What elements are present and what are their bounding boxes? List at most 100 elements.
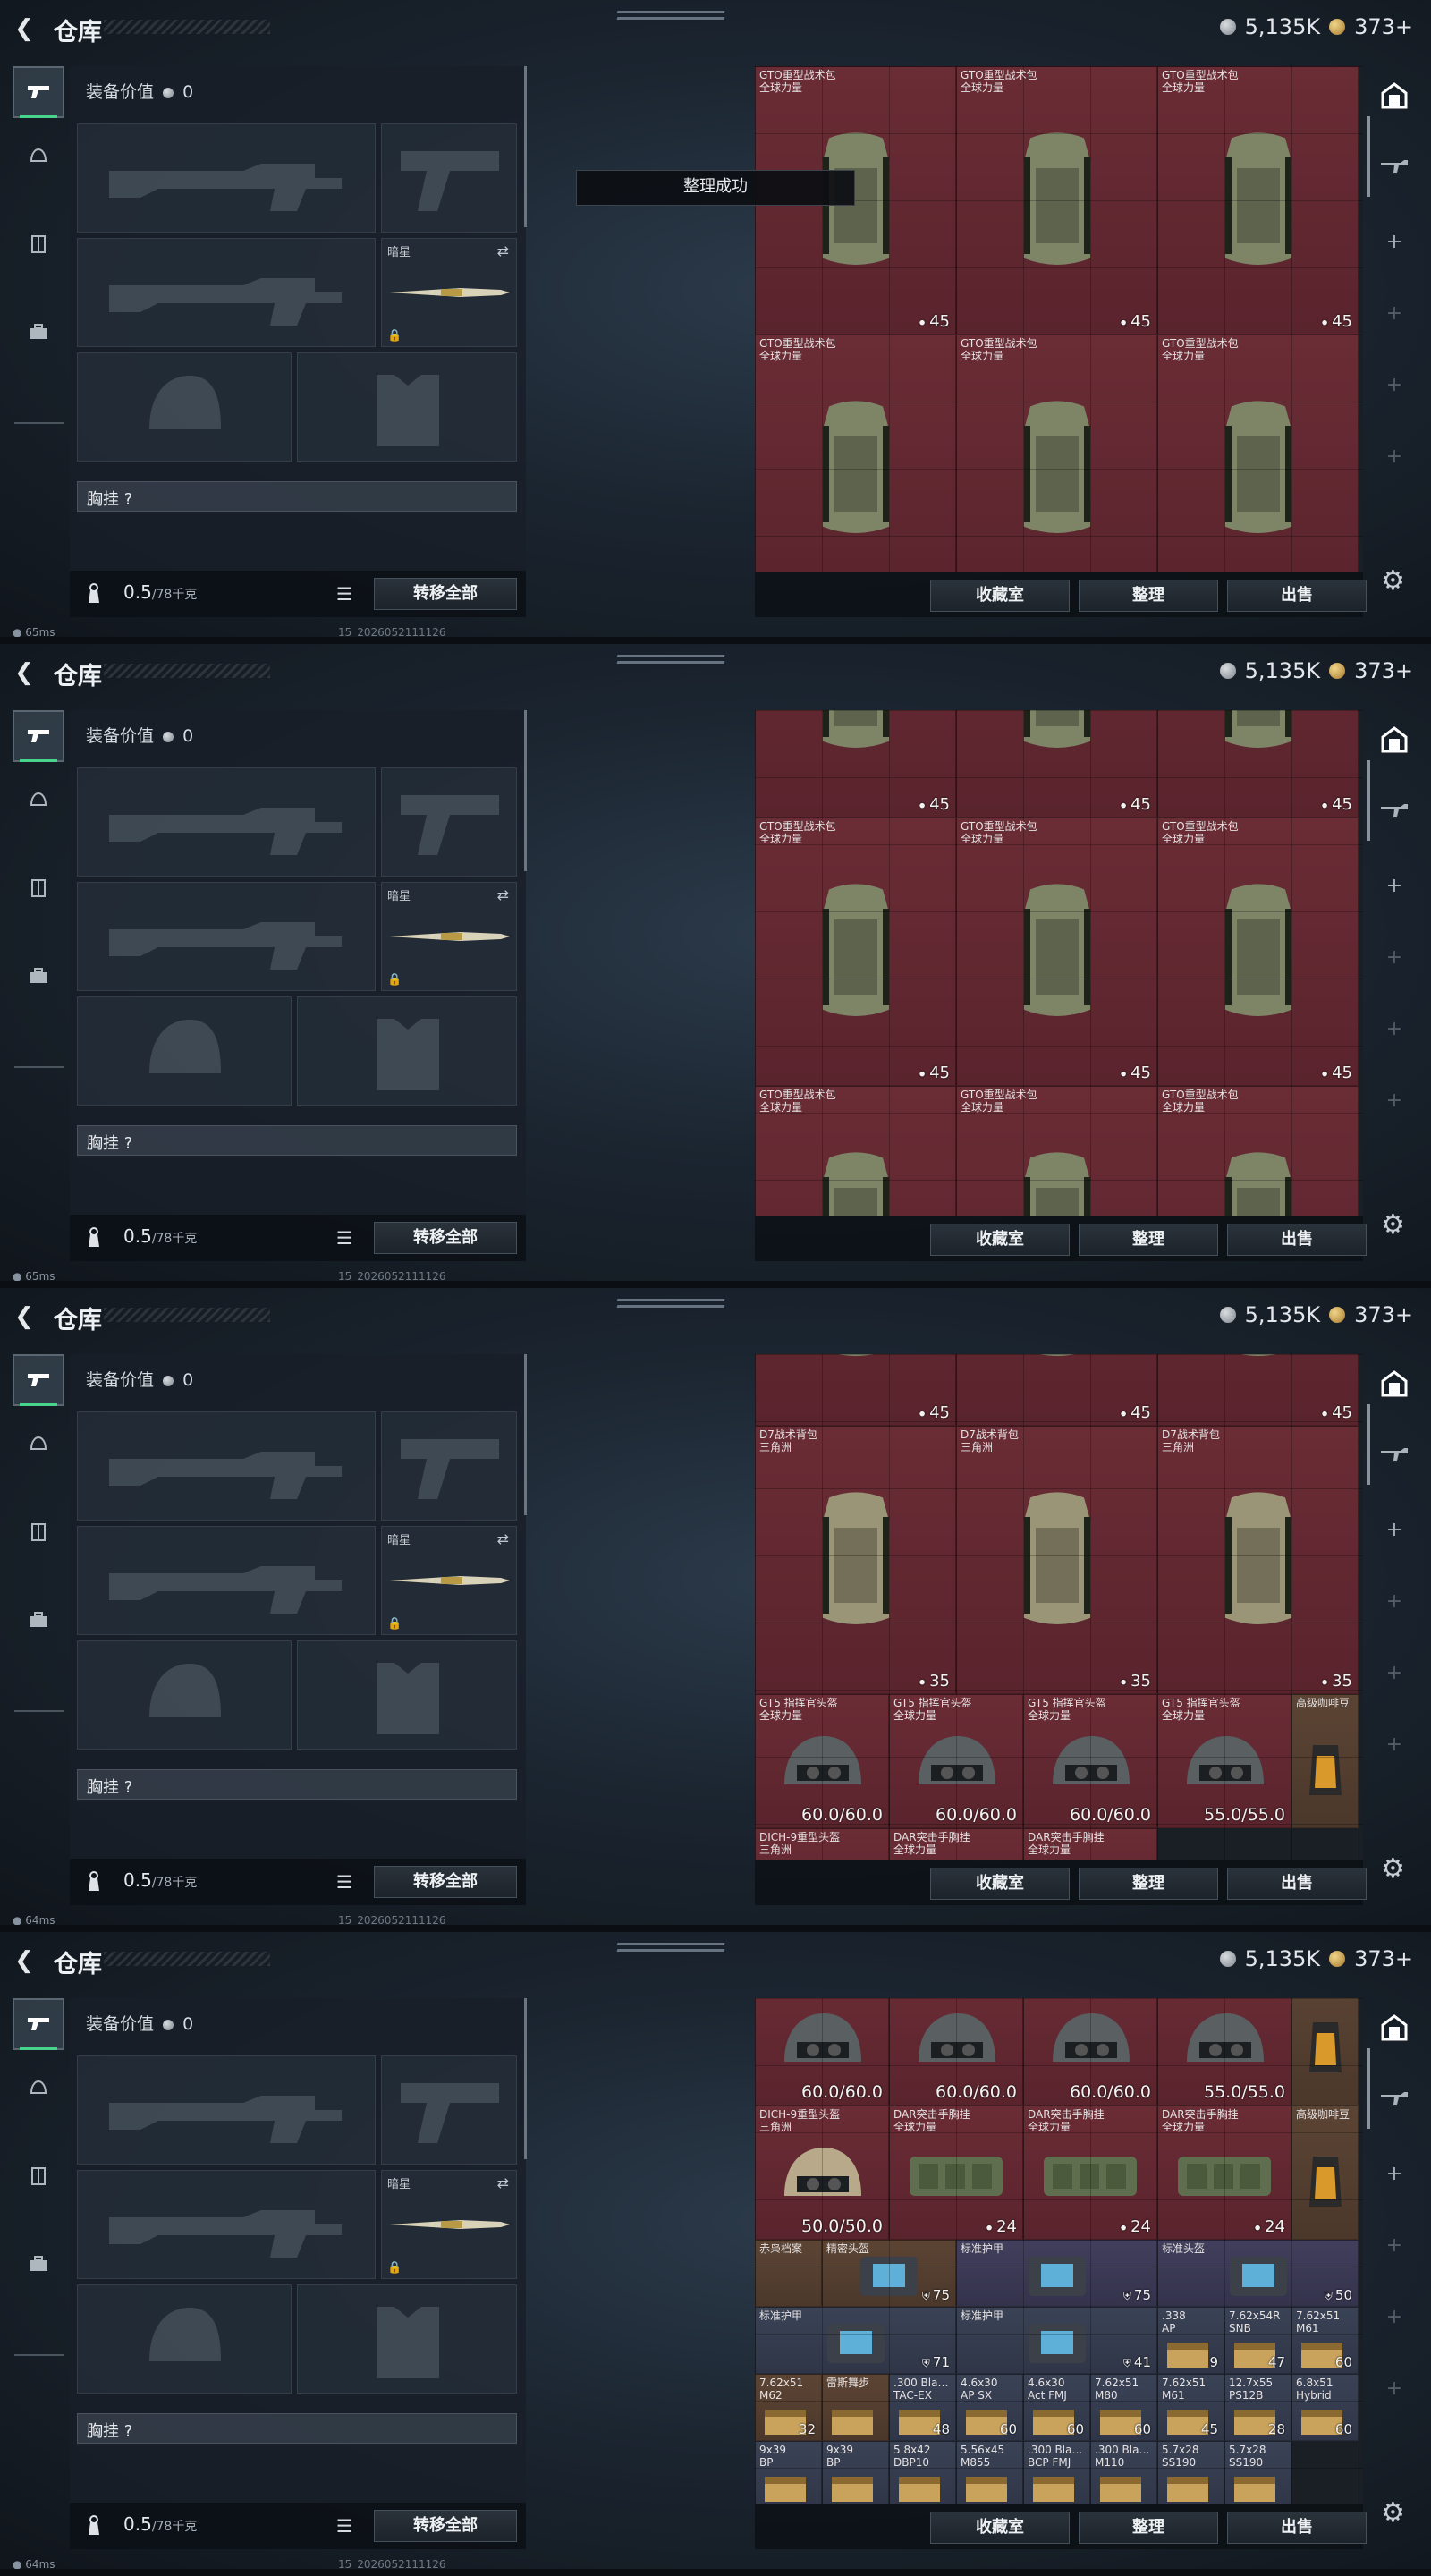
stash-item-d7-backpack[interactable]: D7战术背包 三角洲 ⚫ 35 — [1157, 1426, 1359, 1694]
tab-backpack[interactable] — [13, 950, 64, 1002]
add-stash-tab-1[interactable]: + — [1372, 231, 1417, 253]
secondary-weapon-slot[interactable] — [381, 123, 517, 233]
tab-backpack[interactable] — [13, 2238, 64, 2290]
secondary-rifle-slot[interactable] — [77, 238, 376, 347]
list-icon[interactable]: ☰ — [336, 1871, 352, 1893]
stash-item-gto-backpack[interactable]: GTO重型战术包 全球力量⚫45 — [956, 818, 1157, 1086]
gear-icon[interactable]: ⚙ — [1381, 1209, 1405, 1241]
transfer-all-button[interactable]: 转移全部 — [374, 578, 517, 610]
stash-item-coffee[interactable] — [1291, 1998, 1359, 2106]
sell-button[interactable]: 出售 — [1227, 2512, 1367, 2544]
stash-item-dar-rig[interactable]: DAR突击手胸挂 全球力量 ⚫ 24 — [889, 2106, 1023, 2240]
sort-button[interactable]: 整理 — [1079, 1224, 1218, 1256]
stash-item-ammo[interactable]: 7.62x51 M61 60 — [1291, 2307, 1359, 2374]
stash-item-gto-backpack[interactable]: GTO重型战术包 全球力量⚫45 — [1157, 818, 1359, 1086]
stash-item-dar-rig[interactable]: DAR突击手胸挂 全球力量 ⚫ 24 — [1023, 2106, 1157, 2240]
stash-item-dar-rig[interactable]: DAR突击手胸挂 全球力量 — [1023, 1828, 1157, 1860]
stash-item-gt5-helmet[interactable]: GT5 指挥官头盔 全球力量 60.0/60.0 — [889, 1694, 1023, 1828]
add-stash-tab-3[interactable]: + — [1372, 2306, 1417, 2328]
tab-weapons[interactable] — [13, 1354, 64, 1406]
stash-item-gto-backpack[interactable]: GTO重型战术包 全球力量⚫45 — [1157, 1086, 1359, 1216]
body-armor-slot[interactable] — [297, 352, 517, 462]
gold-amount[interactable]: 373+ — [1354, 1946, 1413, 1971]
stash-item-ammo[interactable]: 5.7x28 SS190 — [1157, 2441, 1224, 2504]
stash-item-gto-backpack[interactable]: GTO重型战术包 全球力量⚫45 — [956, 1354, 1157, 1426]
secondary-rifle-slot[interactable] — [77, 882, 376, 991]
secondary-rifle-slot[interactable] — [77, 2170, 376, 2279]
transfer-all-button[interactable]: 转移全部 — [374, 1866, 517, 1898]
stash-item-dar-rig[interactable]: DAR突击手胸挂 全球力量 ⚫ 24 — [1157, 2106, 1291, 2240]
gold-amount[interactable]: 373+ — [1354, 1302, 1413, 1327]
stash-item-standard-helmet[interactable]: 标准头盔 ⛨ 50 — [1157, 2240, 1359, 2307]
add-stash-tab-2[interactable]: + — [1372, 2234, 1417, 2257]
stash-item-d7-backpack[interactable]: D7战术背包 三角洲 ⚫ 35 — [956, 1426, 1157, 1694]
stash-item-ammo[interactable]: 4.6x30 AP SX 60 — [956, 2374, 1023, 2441]
sell-button[interactable]: 出售 — [1227, 1224, 1367, 1256]
secondary-weapon-slot[interactable] — [381, 767, 517, 877]
sort-button[interactable]: 整理 — [1079, 1868, 1218, 1900]
sort-button[interactable]: 整理 — [1079, 580, 1218, 612]
collection-room-button[interactable]: 收藏室 — [930, 2512, 1070, 2544]
back-arrow-icon[interactable]: ❮ — [14, 1304, 39, 1329]
stash-item-ammo[interactable]: 6.8x51 Hybrid 60 — [1291, 2374, 1359, 2441]
melee-slot[interactable]: 暗星 ⇄ 🔒 — [381, 1526, 517, 1635]
gold-amount[interactable]: 373+ — [1354, 658, 1413, 683]
tab-stash-all[interactable] — [1372, 724, 1417, 760]
add-stash-tab-3[interactable]: + — [1372, 1018, 1417, 1040]
tab-stash-weapons[interactable] — [1372, 2089, 1417, 2113]
stash-item-standard-armor[interactable]: 标准护甲 ⛨ 41 — [956, 2307, 1157, 2374]
stash-item-gto-backpack[interactable]: GTO重型战术包 全球力量⚫45 — [755, 710, 956, 818]
stash-item-gto-backpack[interactable]: GTO重型战术包 全球力量⚫45 — [1157, 66, 1359, 335]
stash-item-files[interactable]: 赤枭档案 — [755, 2240, 822, 2307]
tab-stash-all[interactable] — [1372, 1368, 1417, 1404]
body-armor-slot[interactable] — [297, 1640, 517, 1750]
tab-stash-weapons[interactable] — [1372, 801, 1417, 825]
stash-item-gt5-helmet[interactable]: GT5 指挥官头盔 全球力量 60.0/60.0 — [755, 1998, 889, 2106]
add-stash-tab-3[interactable]: + — [1372, 374, 1417, 396]
melee-slot[interactable]: 暗星 ⇄ 🔒 — [381, 2170, 517, 2279]
stash-scrollbar[interactable] — [1367, 760, 1370, 841]
tab-armor[interactable] — [13, 862, 64, 914]
equipment-scrollbar[interactable] — [524, 66, 527, 227]
gear-icon[interactable]: ⚙ — [1381, 1853, 1405, 1885]
back-arrow-icon[interactable]: ❮ — [14, 660, 39, 685]
transfer-all-button[interactable]: 转移全部 — [374, 1222, 517, 1254]
equipment-scrollbar[interactable] — [524, 1998, 527, 2159]
body-armor-slot[interactable] — [297, 2284, 517, 2394]
add-stash-tab-4[interactable]: + — [1372, 445, 1417, 468]
add-stash-tab-2[interactable]: + — [1372, 946, 1417, 969]
tab-backpack[interactable] — [13, 306, 64, 358]
tab-weapons[interactable] — [13, 66, 64, 118]
stash-item-gto-backpack[interactable]: GTO重型战术包 全球力量⚫45 — [1157, 710, 1359, 818]
stash-item-gto-backpack[interactable]: GTO重型战术包 全球力量⚫45 — [956, 1086, 1157, 1216]
stash-item-ammo[interactable]: 7.62x51 M80 60 — [1090, 2374, 1157, 2441]
list-icon[interactable]: ☰ — [336, 1227, 352, 1249]
tab-armor[interactable] — [13, 1506, 64, 1558]
stash-scrollbar[interactable] — [1367, 2048, 1370, 2129]
secondary-weapon-slot[interactable] — [381, 2055, 517, 2165]
helmet-slot[interactable] — [77, 352, 292, 462]
transfer-all-button[interactable]: 转移全部 — [374, 2510, 517, 2542]
tab-helmet[interactable] — [13, 775, 64, 826]
chest-rig-slot[interactable]: 胸挂 ? — [77, 1125, 517, 1156]
stash-item-ammo[interactable]: .300 Bla… TAC-EX 48 — [889, 2374, 956, 2441]
add-stash-tab-2[interactable]: + — [1372, 302, 1417, 325]
stash-scrollbar[interactable] — [1367, 1404, 1370, 1485]
sell-button[interactable]: 出售 — [1227, 1868, 1367, 1900]
stash-item-gto-backpack[interactable]: GTO重型战术包 全球力量⚫45 — [1157, 335, 1359, 572]
tab-stash-weapons[interactable] — [1372, 157, 1417, 181]
stash-item-gto-backpack[interactable]: GTO重型战术包 全球力量⚫45 — [755, 335, 956, 572]
stash-item-ammo[interactable]: 9x39 BP — [755, 2441, 822, 2504]
stash-item-ammo[interactable]: 9x39 BP — [822, 2441, 889, 2504]
stash-item-gto-backpack[interactable]: GTO重型战术包 全球力量⚫45 — [755, 1354, 956, 1426]
stash-item-dich9-helmet[interactable]: DICH-9重型头盔 三角洲 50.0/50.0 — [755, 2106, 889, 2240]
tab-stash-all[interactable] — [1372, 2012, 1417, 2048]
helmet-slot[interactable] — [77, 996, 292, 1106]
stash-item-ammo[interactable]: 5.8x42 DBP10 — [889, 2441, 956, 2504]
primary-weapon-slot[interactable] — [77, 123, 376, 233]
stash-item-ammo[interactable]: .338 AP 9 — [1157, 2307, 1224, 2374]
stash-item-ammo[interactable]: 7.62x54R SNB 47 — [1224, 2307, 1291, 2374]
stash-item-ammo[interactable]: .300 Bla… M110 — [1090, 2441, 1157, 2504]
stash-item-ammo[interactable]: 4.6x30 Act FMJ 60 — [1023, 2374, 1090, 2441]
chest-rig-slot[interactable]: 胸挂 ? — [77, 481, 517, 512]
